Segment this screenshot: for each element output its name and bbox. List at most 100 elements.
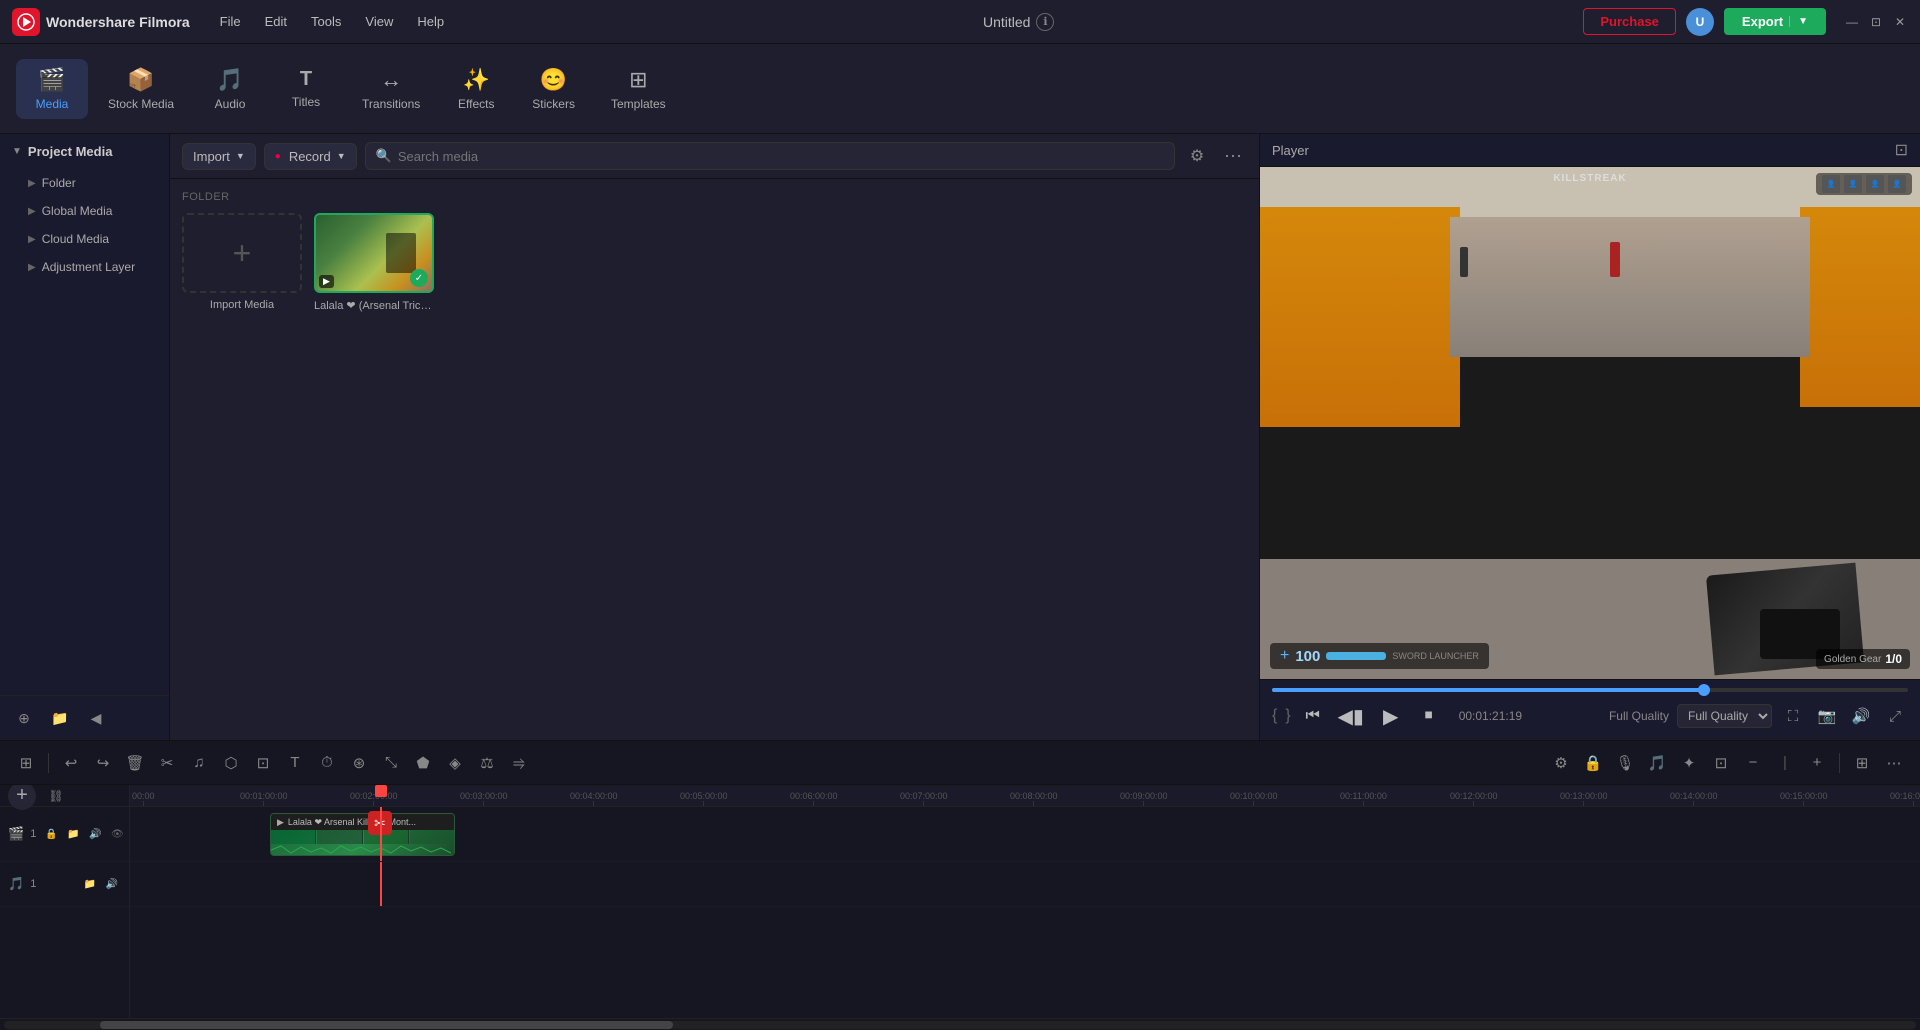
record-dropdown[interactable]: ● Record ▼ [264,143,357,170]
skip-back-button[interactable]: ⏮ [1299,702,1327,730]
search-input[interactable] [398,149,1164,164]
menu-view[interactable]: View [355,10,403,33]
track-controls: 🔒 📁 🔊 👁 [42,825,126,843]
mask-button[interactable]: ⬟ [409,749,437,777]
sidebar-item-global-media[interactable]: ▶ Global Media [0,197,169,225]
ruler-mark-04: 00:04:00:00 [570,791,618,806]
toolbar-effects[interactable]: ✨ Effects [440,59,512,119]
toolbar-templates[interactable]: ⊞ Templates [595,59,682,119]
templates-label: Templates [611,97,666,111]
folder-button[interactable]: 📁 [46,704,74,732]
effects-icon: ✨ [463,67,490,93]
project-media-header[interactable]: ▼ Project Media [0,134,169,169]
transform-button[interactable]: ⊛ [345,749,373,777]
separator2 [1839,753,1840,773]
timeline-scrollbar[interactable] [4,1021,1916,1029]
timeline-minus-button[interactable]: − [1739,749,1767,777]
track-volume-button[interactable]: 🔊 [86,825,104,843]
titles-icon: T [300,68,312,91]
fullscreen-button[interactable]: ⤢ [1882,703,1908,729]
timeline-subtitle-button[interactable]: ⊡ [1707,749,1735,777]
quality-select[interactable]: Full Quality [1677,704,1772,728]
video-media-item[interactable]: ▶ ✓ Lalala ❤ (Arsenal Trick... [314,213,434,312]
toolbar-media[interactable]: 🎬 Media [16,59,88,119]
toolbar-transitions[interactable]: ↔ Transitions [346,59,436,119]
timeline-grid-button[interactable]: ⊞ [12,749,40,777]
toolbar: 🎬 Media 📦 Stock Media 🎵 Audio T Titles ↔… [0,44,1920,134]
track-lock-button[interactable]: 🔒 [42,825,60,843]
purchase-button[interactable]: Purchase [1583,8,1676,35]
audio-detach-button[interactable]: ♫ [185,749,213,777]
timeline-scrollbar-thumb [100,1021,674,1029]
timeline-add-button[interactable]: + [1803,749,1831,777]
timeline-lock-button[interactable]: 🔒 [1579,749,1607,777]
add-to-timeline-button[interactable]: + [8,785,36,810]
crop-timeline-button[interactable]: ⊡ [249,749,277,777]
speed-button[interactable]: ⏱ [313,749,341,777]
crop-button[interactable]: ⛶ [1780,703,1806,729]
timeline-more-button[interactable]: ⋯ [1880,749,1908,777]
chain-icon[interactable]: ⛓ [42,785,70,810]
cut-button[interactable]: ✂ [153,749,181,777]
stop-button[interactable]: ⏹ [1415,702,1443,730]
text-button[interactable]: T [281,749,309,777]
record-chevron-icon: ▼ [337,151,346,161]
timeline-music-button[interactable]: 🎵 [1643,749,1671,777]
sidebar-item-cloud-media[interactable]: ▶ Cloud Media [0,225,169,253]
maximize-button[interactable]: ⊡ [1868,14,1884,30]
redo-button[interactable]: ↪ [89,749,117,777]
timeline-mic-button[interactable]: 🎙 [1611,749,1639,777]
import-media-item[interactable]: + Import Media [182,213,302,312]
audio-track-volume-button[interactable]: 🔊 [103,875,121,893]
track-folder-button[interactable]: 📁 [64,825,82,843]
global-media-label: Global Media [42,204,113,218]
delete-button[interactable]: 🗑 [121,749,149,777]
titles-label: Titles [292,95,320,109]
motion-btn[interactable]: ⥤ [505,749,533,777]
toolbar-titles[interactable]: T Titles [270,60,342,117]
sidebar-item-folder[interactable]: ▶ Folder [0,169,169,197]
scale-button[interactable]: ⤡ [377,749,405,777]
undo-button[interactable]: ↩ [57,749,85,777]
audio-track-folder-button[interactable]: 📁 [81,875,99,893]
player-right-controls: Full Quality Full Quality ⛶ 📷 🔊 ⤢ [1609,703,1908,729]
timeline-tracks-left: + ⛓ 🎬 1 🔒 📁 🔊 👁 🎵 1 📁 🔊 [0,785,130,1018]
sidebar-item-adjustment-layer[interactable]: ▶ Adjustment Layer [0,253,169,281]
filter-button[interactable]: ⚙ [1183,142,1211,170]
export-chevron-icon: ▼ [1789,16,1808,27]
transitions-label: Transitions [362,97,420,111]
timeline-divider: | [1771,749,1799,777]
toolbar-stock-media[interactable]: 📦 Stock Media [92,59,190,119]
more-options-button[interactable]: ⋯ [1219,142,1247,170]
toolbar-stickers[interactable]: 😊 Stickers [516,59,591,119]
menu-edit[interactable]: Edit [255,10,297,33]
media-icon: 🎬 [38,67,65,93]
avatar[interactable]: U [1686,8,1714,36]
chroma-button[interactable]: ◈ [441,749,469,777]
minimize-button[interactable]: — [1844,14,1860,30]
menu-help[interactable]: Help [407,10,454,33]
play-back-button[interactable]: ◀▮ [1335,700,1367,732]
timeline-grid-toggle[interactable]: ⊞ [1848,749,1876,777]
timeline-snap-button[interactable]: ⚙ [1547,749,1575,777]
separator [48,753,49,773]
collapse-panel-button[interactable]: ◀ [82,704,110,732]
player-screenshot-icon[interactable]: ⊡ [1895,140,1908,160]
clip-connect-button[interactable]: ⬡ [217,749,245,777]
menu-tools[interactable]: Tools [301,10,351,33]
menu-file[interactable]: File [210,10,251,33]
project-info-icon[interactable]: ℹ [1036,13,1054,31]
import-dropdown[interactable]: Import ▼ [182,143,256,170]
timeline-fx-button[interactable]: ✦ [1675,749,1703,777]
track-eye-button[interactable]: 👁 [108,825,126,843]
toolbar-audio[interactable]: 🎵 Audio [194,59,266,119]
volume-button[interactable]: 🔊 [1848,703,1874,729]
adjustment-button[interactable]: ⚖ [473,749,501,777]
player-progress-bar[interactable] [1272,688,1908,692]
snapshot-button[interactable]: 📷 [1814,703,1840,729]
export-button[interactable]: Export ▼ [1724,8,1826,35]
add-folder-button[interactable]: ⊕ [10,704,38,732]
play-forward-button[interactable]: ▶ [1375,700,1407,732]
close-button[interactable]: ✕ [1892,14,1908,30]
timeline-clip[interactable]: ▶ Lalala ❤ Arsenal Killshot Mont... [270,813,455,856]
